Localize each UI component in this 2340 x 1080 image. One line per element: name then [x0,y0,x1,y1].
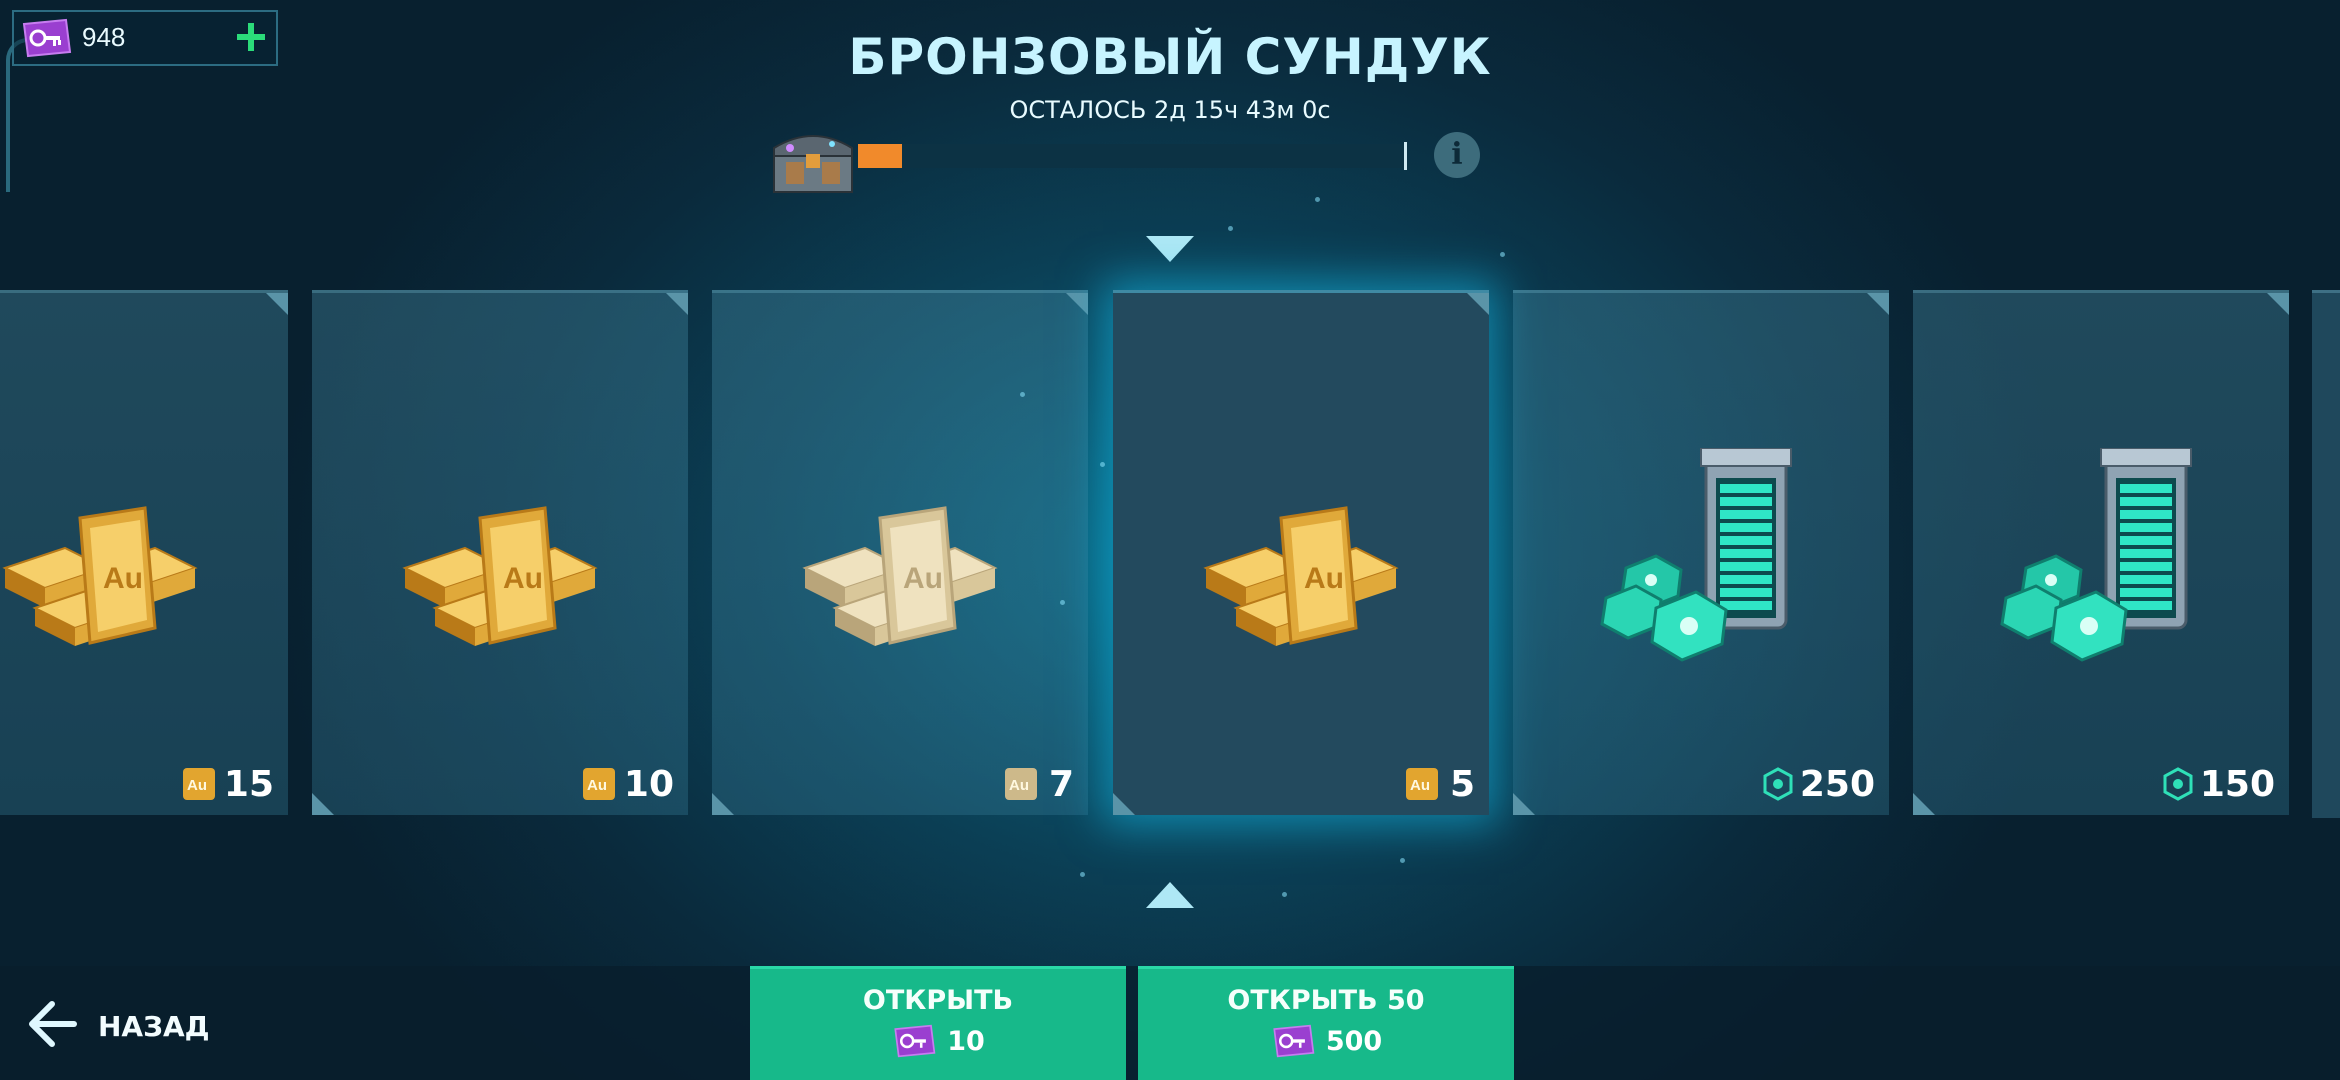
card-corner [666,293,688,315]
time-remaining: ОСТАЛОСЬ 2д 15ч 43м 0с [1009,96,1331,124]
sparkle [1080,872,1085,877]
card-corner [2267,293,2289,315]
reward-amount: 150 [2199,764,2275,805]
svg-text:Au: Au [1304,562,1344,595]
open-50-cost-value: 500 [1325,1025,1383,1057]
reward-amount: 10 [623,764,674,805]
open-cost-value: 10 [947,1025,985,1057]
chest-progress-fill [858,144,902,168]
page-title: БРОНЗОВЫЙ СУНДУК [848,28,1492,86]
gold-icon: Au [1405,767,1439,801]
key-icon [894,1024,936,1058]
card-corner [1867,293,1889,315]
reward-card[interactable]: 250 [1513,290,1889,815]
sparkle [1282,892,1287,897]
open-50-cost: 500 [1270,1024,1382,1058]
svg-text:Au: Au [103,562,143,595]
svg-text:Au: Au [587,777,607,794]
arrow-left-icon [26,1000,78,1052]
card-corner [1513,793,1535,815]
gold-icon: Au [182,767,216,801]
reward-amount: 7 [1048,764,1074,805]
reward-card[interactable]: Au 7 Au [712,290,1088,815]
card-corner [266,293,288,315]
sparkle [1100,462,1105,467]
sparkle [1020,392,1025,397]
selector-arrow-down-icon [1146,236,1194,262]
svg-text:Au: Au [1410,777,1430,794]
chip-icon [1761,767,1795,801]
card-corner [1066,293,1088,315]
svg-text:Au: Au [503,562,543,595]
reward-amount: 5 [1449,764,1475,805]
gold-icon: Au [1004,767,1038,801]
chip-icon [2161,767,2195,801]
back-label: НАЗАД [98,1009,210,1043]
card-corner [1113,793,1135,815]
sparkle [1228,226,1233,231]
sparkle [1315,197,1320,202]
reward-card[interactable]: 150 [1913,290,2289,815]
sparkle [1400,858,1405,863]
open-50-button[interactable]: ОТКРЫТЬ 50 500 [1138,966,1514,1080]
card-corner [1467,293,1489,315]
card-corner [312,793,334,815]
reward-amount: 250 [1799,764,1875,805]
power-cell-icon [1986,447,2216,678]
open-button[interactable]: ОТКРЫТЬ 10 [750,966,1126,1080]
sparkle [1500,252,1505,257]
svg-text:Au: Au [187,777,207,794]
gold-icon: Au [582,767,616,801]
reward-card[interactable]: Au 10 Au [312,290,688,815]
card-corner [712,793,734,815]
card-corner [1913,793,1935,815]
gold-bars-icon: Au [785,448,1015,678]
info-icon[interactable]: i [1434,132,1480,178]
chest-progress-bar [858,144,1406,168]
sparkle [1060,600,1065,605]
key-icon [1273,1024,1315,1058]
open-50-label: ОТКРЫТЬ 50 [1227,985,1425,1016]
gold-bars-icon: Au [0,448,215,678]
open-cost: 10 [891,1024,985,1058]
chest-icon [766,118,860,200]
reward-card[interactable]: Au 5 Au [1113,290,1489,815]
reward-card-partial [2312,290,2340,818]
gold-bars-icon: Au [1186,448,1416,678]
selector-arrow-up-icon [1146,882,1194,908]
back-button[interactable]: НАЗАД [26,998,210,1054]
reward-amount: 15 [223,764,274,805]
progress-end-marker [1404,142,1407,170]
open-label: ОТКРЫТЬ [862,985,1014,1016]
svg-text:Au: Au [903,562,943,595]
reward-card[interactable]: Au 15 Au [0,290,288,815]
svg-text:Au: Au [1009,777,1029,794]
power-cell-icon [1586,447,1816,678]
gold-bars-icon: Au [385,448,615,678]
